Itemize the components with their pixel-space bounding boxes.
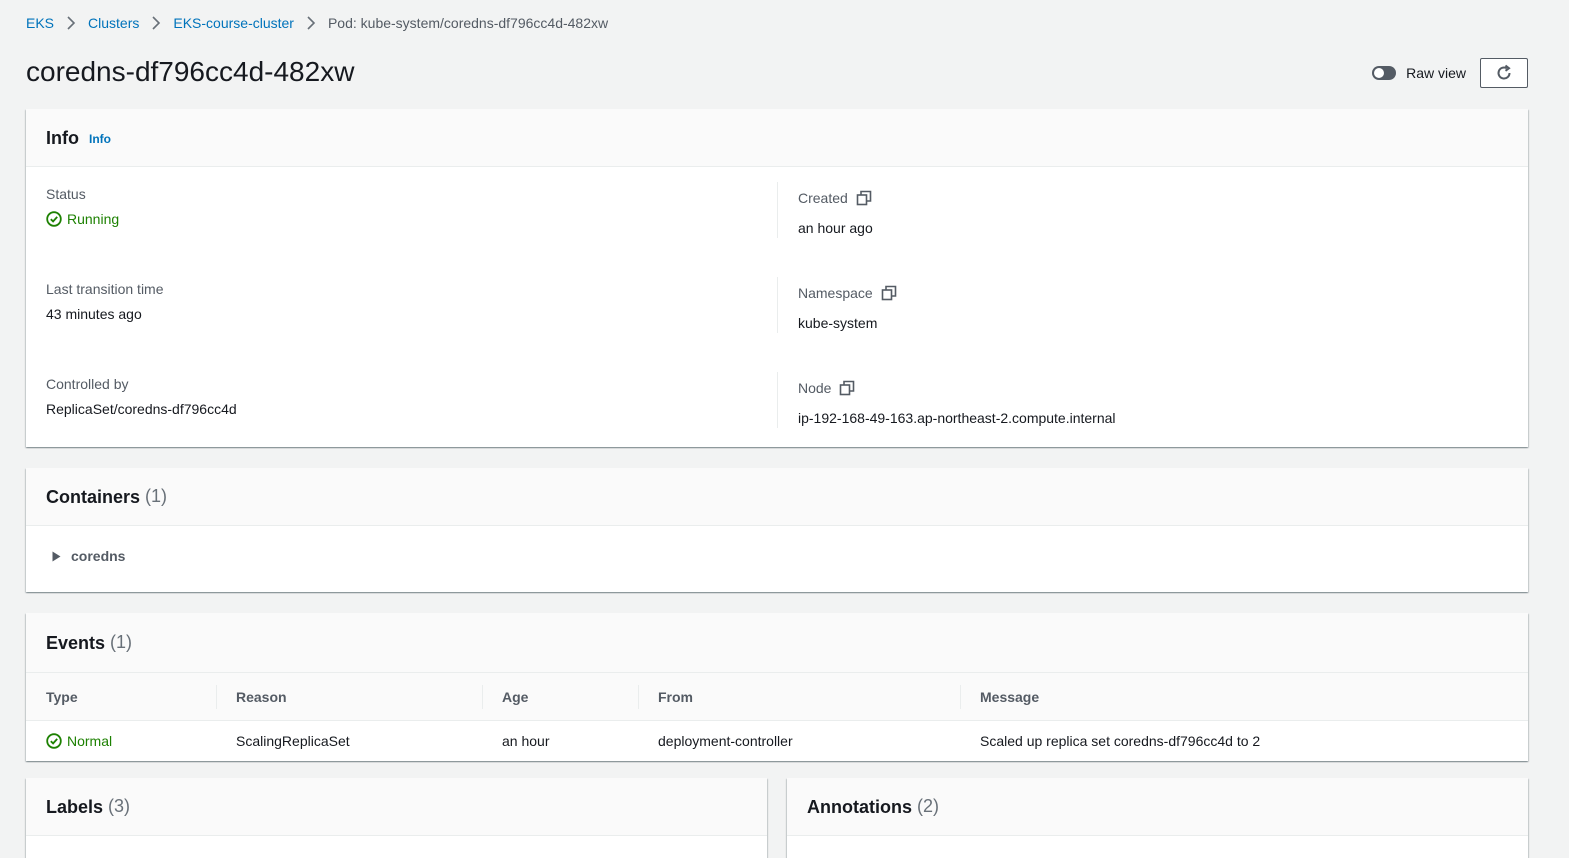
controlled-by-field: Controlled by ReplicaSet/coredns-df796cc… [46,375,237,418]
info-link[interactable]: Info [89,132,111,146]
container-item[interactable]: coredns [52,548,125,564]
column-divider [777,372,778,428]
created-label: Created [798,189,873,207]
containers-panel-header: Containers (1) [26,468,1528,526]
annotations-count: (2) [917,796,939,816]
column-divider [777,277,778,333]
labels-panel: Labels (3) [26,778,767,858]
namespace-label: Namespace [798,284,897,302]
node-label: Node [798,379,1116,397]
column-header-age[interactable]: Age [482,672,638,721]
copy-icon[interactable] [856,190,872,206]
header-actions: Raw view [1372,58,1528,88]
event-age: an hour [502,732,550,749]
last-transition-value: 43 minutes ago [46,306,142,322]
last-transition-field: Last transition time 43 minutes ago [46,280,164,323]
events-table: Type Reason Age From Message Normal Scal… [26,672,1528,761]
column-header-from[interactable]: From [638,672,960,721]
refresh-icon [1495,64,1513,82]
namespace-value: kube-system [798,315,878,331]
chevron-right-icon [151,16,161,30]
check-circle-icon [46,211,62,227]
events-title: Events [46,632,106,653]
events-table-header: Type Reason Age From Message [26,672,1528,721]
labels-count: (3) [108,796,131,816]
event-reason: ScalingReplicaSet [236,732,350,749]
column-divider [777,182,778,238]
status-text: Running [67,211,120,227]
namespace-field: Namespace kube-system [798,284,897,332]
event-message: Scaled up replica set coredns-df796cc4d … [980,732,1261,749]
raw-view-label: Raw view [1406,65,1466,81]
page-title: coredns-df796cc4d-482xw [26,56,355,87]
containers-panel: Containers (1) coredns [26,468,1528,592]
annotations-panel-header: Annotations (2) [787,778,1528,836]
node-label-text: Node [798,380,832,396]
annotations-title: Annotations [807,796,912,817]
status-value: Running [46,210,119,228]
copy-icon[interactable] [881,285,897,301]
breadcrumb-clusters[interactable]: Clusters [88,14,139,32]
column-header-type[interactable]: Type [26,672,216,721]
table-row: Normal ScalingReplicaSet an hour deploym… [26,721,1528,761]
namespace-label-text: Namespace [798,285,873,301]
node-link[interactable]: ip-192-168-49-163.ap-northeast-2.compute… [798,409,1116,427]
info-panel-header: Info Info [26,109,1528,167]
check-circle-icon [46,733,62,749]
column-header-reason[interactable]: Reason [216,672,482,721]
refresh-button[interactable] [1480,58,1528,88]
labels-title: Labels [46,796,104,817]
last-transition-label: Last transition time [46,281,164,297]
copy-icon[interactable] [839,380,855,396]
container-name: coredns [71,548,126,564]
breadcrumb-current: Pod: kube-system/coredns-df796cc4d-482xw [327,15,609,31]
created-label-text: Created [798,190,848,206]
events-panel: Events (1) Type Reason Age From Message … [26,613,1528,761]
raw-view-toggle[interactable] [1372,66,1397,80]
created-value: an hour ago [798,220,873,236]
chevron-right-icon [306,16,316,30]
breadcrumb-cluster[interactable]: EKS-course-cluster [173,14,294,32]
breadcrumb: EKS Clusters EKS-course-cluster Pod: kub… [26,14,608,32]
event-type: Normal [67,732,113,749]
events-count: (1) [110,632,133,652]
labels-panel-header: Labels (3) [26,778,767,836]
breadcrumb-eks[interactable]: EKS [26,14,54,32]
containers-count: (1) [145,486,168,506]
status-field: Status Running [46,185,119,228]
event-type-cell: Normal [26,721,216,761]
event-from: deployment-controller [658,732,793,749]
events-panel-header: Events (1) [26,613,1528,672]
controlled-by-label: Controlled by [46,376,129,392]
info-panel-title: Info [46,127,79,148]
caret-right-icon [52,551,61,562]
info-panel: Info Info Status Running Last transition… [26,109,1528,447]
created-field: Created an hour ago [798,189,873,237]
chevron-right-icon [66,16,76,30]
status-label: Status [46,186,86,202]
annotations-panel: Annotations (2) [787,778,1528,858]
controlled-by-link[interactable]: ReplicaSet/coredns-df796cc4d [46,400,237,418]
node-field: Node ip-192-168-49-163.ap-northeast-2.co… [798,379,1116,427]
column-header-message[interactable]: Message [960,672,1528,721]
containers-title: Containers [46,486,141,507]
